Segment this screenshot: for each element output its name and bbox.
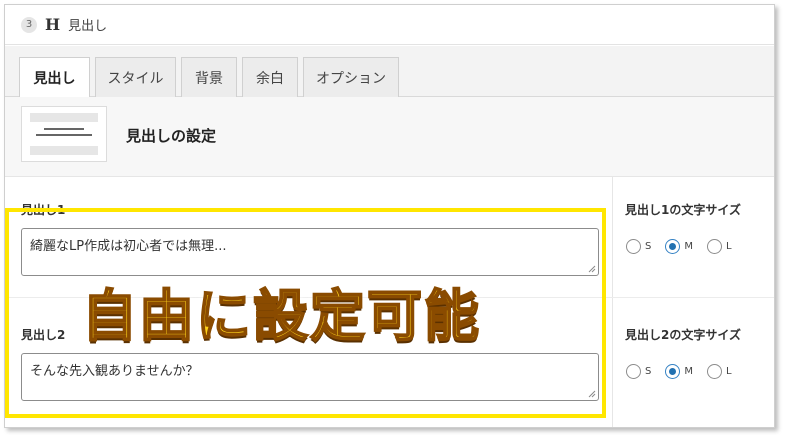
tab-spacing[interactable]: 余白	[242, 57, 298, 97]
heading1-size-l[interactable]: L	[707, 239, 732, 254]
tab-bar: 見出し スタイル 背景 余白 オプション	[5, 46, 774, 98]
tab-style[interactable]: スタイル	[95, 57, 176, 97]
heading-icon: H	[45, 15, 61, 34]
heading2-size-s[interactable]: S	[626, 364, 651, 379]
heading2-size-label: 見出し2の文字サイズ	[625, 328, 741, 342]
radio-button-checked[interactable]	[665, 239, 681, 254]
heading1-size-s[interactable]: S	[626, 239, 651, 254]
settings-header: 見出しの設定	[5, 97, 774, 177]
tab-background[interactable]: 背景	[181, 57, 237, 97]
radio-button-checked[interactable]	[665, 364, 681, 379]
tab-heading[interactable]: 見出し	[19, 57, 90, 98]
heading-preview-thumbnail	[21, 106, 107, 162]
overlay-caption: 自由に設定可能	[81, 283, 482, 349]
heading1-size-label: 見出し1の文字サイズ	[625, 203, 741, 217]
heading1-size-m[interactable]: M	[665, 239, 693, 254]
step-number-badge: 3	[21, 16, 37, 33]
heading1-size-radios: S M L	[626, 239, 746, 254]
heading2-size-l[interactable]: L	[707, 364, 732, 379]
heading2-size-m[interactable]: M	[665, 364, 693, 379]
tab-options[interactable]: オプション	[303, 57, 399, 97]
radio-button[interactable]	[707, 239, 722, 254]
radio-button[interactable]	[626, 239, 641, 254]
radio-button[interactable]	[707, 364, 722, 379]
block-header: 3 H 見出し	[5, 5, 774, 45]
heading2-size-radios: S M L	[626, 364, 746, 379]
radio-button[interactable]	[626, 364, 641, 379]
settings-title: 見出しの設定	[126, 127, 217, 145]
block-title: 見出し	[68, 19, 108, 34]
column-divider	[612, 177, 613, 427]
